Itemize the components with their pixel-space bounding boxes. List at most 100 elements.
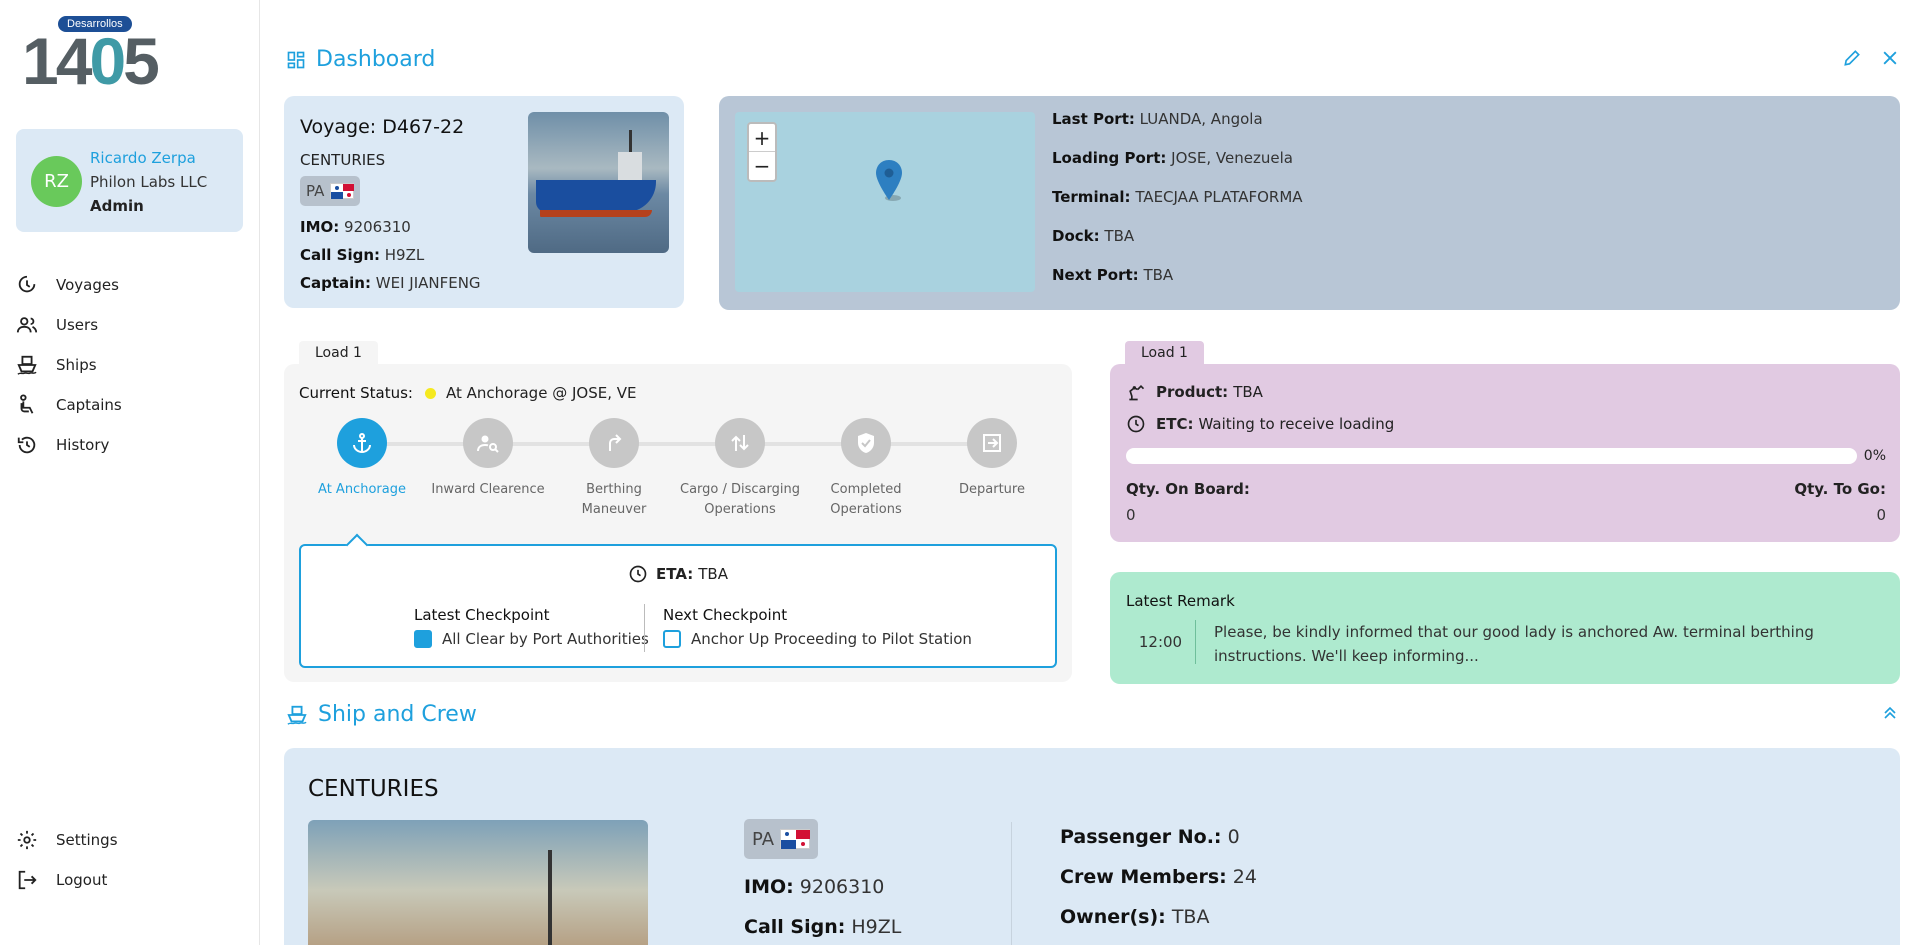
crew-ship-name: CENTURIES bbox=[308, 776, 439, 802]
panama-flag-icon bbox=[780, 829, 811, 849]
clock-icon bbox=[1127, 415, 1145, 433]
sidebar-bottom-nav: Settings Logout bbox=[16, 820, 246, 900]
remark-title: Latest Remark bbox=[1126, 592, 1235, 610]
loading-progress-bar bbox=[1126, 448, 1857, 464]
robot-arm-icon bbox=[1129, 384, 1145, 401]
current-status: Current Status: At Anchorage @ JOSE, VE bbox=[299, 384, 637, 402]
flag-badge: PA bbox=[744, 819, 819, 859]
step-at-anchorage[interactable]: At Anchorage bbox=[299, 418, 425, 500]
remark-text: Please, be kindly informed that our good… bbox=[1214, 623, 1814, 665]
user-name[interactable]: Ricardo Zerpa bbox=[90, 149, 196, 167]
next-port: Next Port: TBA bbox=[1052, 266, 1174, 284]
person-search-icon bbox=[477, 435, 499, 453]
status-text: At Anchorage @ JOSE, VE bbox=[445, 384, 637, 402]
flag-badge: PA bbox=[300, 176, 361, 206]
dashboard-header: Dashboard bbox=[286, 47, 435, 72]
zoom-out-button[interactable]: − bbox=[749, 152, 775, 180]
next-checkpoint: Next Checkpoint Anchor Up Proceeding to … bbox=[663, 606, 972, 648]
users-icon bbox=[16, 317, 38, 333]
sidebar-item-captains[interactable]: Captains bbox=[16, 385, 246, 425]
latest-checkpoint-checkbox[interactable] bbox=[414, 630, 432, 648]
dashboard-icon bbox=[287, 51, 305, 68]
sidebar-item-settings[interactable]: Settings bbox=[16, 820, 246, 860]
status-dot bbox=[424, 387, 436, 399]
anchor-icon bbox=[353, 433, 371, 454]
app-root: Desarrollos 1405 RZ Ricardo Zerpa Philon… bbox=[0, 0, 1920, 945]
zoom-control: + − bbox=[747, 122, 777, 182]
sidebar-item-label: History bbox=[56, 436, 110, 454]
sidebar-item-label: Captains bbox=[56, 396, 122, 414]
terminal: Terminal: TAECJAA PLATAFORMA bbox=[1052, 188, 1303, 206]
map[interactable]: + − bbox=[735, 112, 1035, 292]
shield-check-icon bbox=[858, 433, 874, 453]
logo[interactable]: Desarrollos 1405 bbox=[22, 14, 197, 94]
etc: ETC: Waiting to receive loading bbox=[1126, 414, 1394, 434]
qty-to-go: Qty. To Go: 0 bbox=[1794, 480, 1886, 524]
tab-load-product[interactable]: Load 1 bbox=[1125, 341, 1204, 365]
step-departure[interactable]: Departure bbox=[929, 418, 1055, 500]
exit-icon bbox=[983, 434, 1001, 452]
next-checkpoint-checkbox[interactable] bbox=[663, 630, 681, 648]
close-icon[interactable] bbox=[1880, 48, 1900, 68]
main-content: Dashboard Voyage: D467-22 CENTURIES PA I… bbox=[261, 0, 1920, 945]
checkpoint-divider bbox=[644, 604, 645, 652]
clock-icon bbox=[629, 565, 647, 583]
avatar: RZ bbox=[31, 156, 82, 207]
history-icon bbox=[17, 436, 36, 454]
voyage-card: Voyage: D467-22 CENTURIES PA IMO: 920631… bbox=[284, 96, 684, 308]
progress-percent: 0% bbox=[1863, 448, 1886, 464]
passenger-count: Passenger No.: 0 bbox=[1060, 826, 1240, 848]
latest-checkpoint: Latest Checkpoint All Clear by Port Auth… bbox=[414, 606, 649, 648]
ship-crew-card: CENTURIES PA IMO: 9206310 Call Sign: H9Z… bbox=[284, 748, 1900, 945]
user-company: Philon Labs LLC bbox=[90, 173, 208, 191]
ship-crew-header: Ship and Crew bbox=[286, 702, 477, 727]
step-cargo-operations[interactable]: Cargo / Discarging Operations bbox=[677, 418, 803, 520]
zoom-in-button[interactable]: + bbox=[749, 124, 775, 152]
sidebar-item-label: Ships bbox=[56, 356, 97, 374]
turn-right-icon bbox=[609, 434, 622, 451]
dock: Dock: TBA bbox=[1052, 227, 1135, 245]
remark-time: 12:00 bbox=[1126, 620, 1196, 664]
dashboard-actions bbox=[1842, 48, 1900, 68]
checkpoint-box: ETA: TBA Latest Checkpoint All Clear by P… bbox=[299, 533, 1057, 668]
crew-ship-photo bbox=[308, 820, 648, 945]
sidebar-item-logout[interactable]: Logout bbox=[16, 860, 246, 900]
voyage-captain: Captain: WEI JIANFENG bbox=[300, 274, 481, 292]
owners: Owner(s): TBA bbox=[1060, 906, 1210, 928]
section-title: Ship and Crew bbox=[318, 702, 477, 727]
crew-divider bbox=[1011, 822, 1012, 945]
port-info-card: + − Last Port: LUANDA, Angola Loading Po… bbox=[719, 96, 1900, 310]
sidebar-item-users[interactable]: Users bbox=[16, 305, 246, 345]
sidebar-item-label: Voyages bbox=[56, 276, 119, 294]
product: Product: TBA bbox=[1126, 382, 1263, 402]
ship-icon bbox=[17, 355, 37, 375]
product-card: Product: TBA ETC: Waiting to receive loadi… bbox=[1110, 364, 1900, 542]
voyage-icon bbox=[18, 275, 36, 293]
panama-flag-icon bbox=[330, 183, 355, 199]
page-title: Dashboard bbox=[316, 47, 436, 72]
port-details: Last Port: LUANDA, Angola Loading Port: … bbox=[1052, 110, 1303, 305]
ship-icon bbox=[287, 705, 307, 725]
collapse-icon[interactable] bbox=[1880, 703, 1900, 723]
edit-icon[interactable] bbox=[1842, 48, 1862, 68]
sidebar-item-history[interactable]: History bbox=[16, 425, 246, 465]
user-card[interactable]: RZ Ricardo Zerpa Philon Labs LLC Admin bbox=[16, 129, 243, 232]
sidebar-item-voyages[interactable]: Voyages bbox=[16, 265, 246, 305]
crew-members: Crew Members: 24 bbox=[1060, 866, 1257, 888]
tab-load-status[interactable]: Load 1 bbox=[299, 341, 378, 365]
crew-imo: IMO: 9206310 bbox=[744, 876, 885, 898]
status-stepper: At Anchorage Inward Clearence Berthing Ma… bbox=[299, 418, 1059, 528]
step-completed-operations[interactable]: Completed Operations bbox=[803, 418, 929, 520]
sidebar-item-ships[interactable]: Ships bbox=[16, 345, 246, 385]
swap-vertical-icon bbox=[731, 435, 749, 451]
load-status-panel: Current Status: At Anchorage @ JOSE, VE … bbox=[284, 364, 1072, 682]
logout-icon bbox=[18, 870, 37, 890]
sidebar-item-label: Users bbox=[56, 316, 99, 334]
sidebar: Desarrollos 1405 RZ Ricardo Zerpa Philon… bbox=[0, 0, 260, 945]
step-inward-clearence[interactable]: Inward Clearence bbox=[425, 418, 551, 500]
map-pin-icon[interactable] bbox=[875, 160, 903, 202]
step-berthing-maneuver[interactable]: Berthing Maneuver bbox=[551, 418, 677, 520]
last-port: Last Port: LUANDA, Angola bbox=[1052, 110, 1263, 128]
loading-port: Loading Port: JOSE, Venezuela bbox=[1052, 149, 1293, 167]
captain-icon bbox=[20, 394, 34, 414]
